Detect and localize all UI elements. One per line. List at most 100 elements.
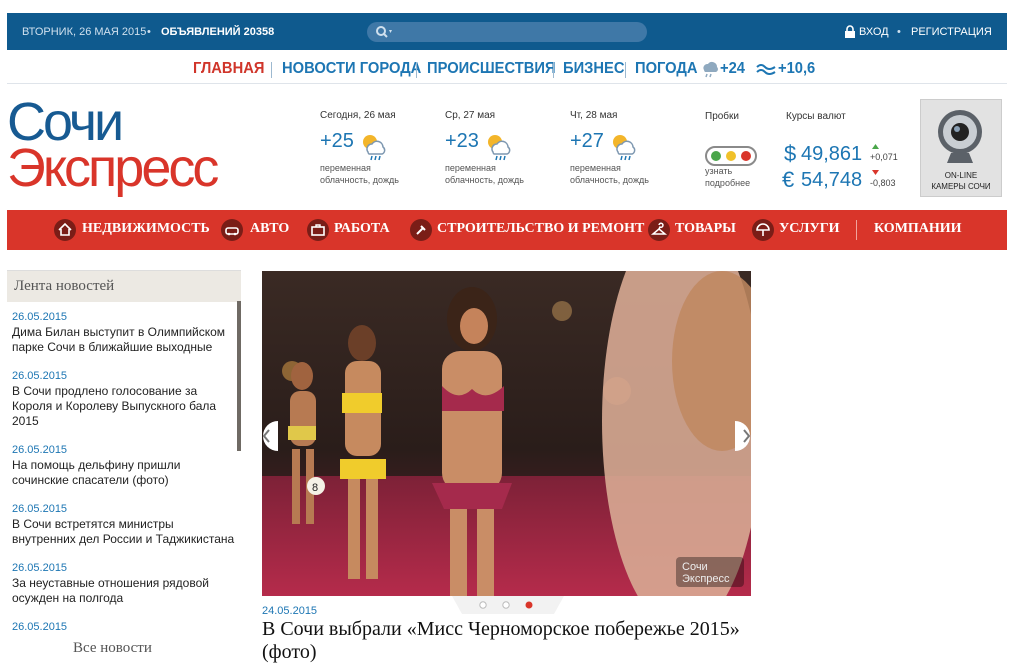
- news-item-link[interactable]: За неуставные отношения рядовой осужден …: [12, 576, 237, 606]
- service-icon: [752, 219, 774, 241]
- slider-dot-active: [525, 601, 533, 609]
- nav-divider: [553, 62, 554, 78]
- featured-headline[interactable]: В Сочи выбрали «Мисс Черноморское побере…: [262, 618, 762, 664]
- photo-illustration: 8 Сочи Экспресс: [262, 271, 751, 596]
- search-input[interactable]: [367, 22, 647, 42]
- arrow-down-icon: [872, 170, 879, 175]
- nav-city-news[interactable]: НОВОСТИ ГОРОДА: [282, 60, 421, 78]
- top-bar: ВТОРНИК, 26 МАЯ 2015 • ОБЪЯВЛЕНИЙ 20358 …: [7, 13, 1007, 50]
- arrow-up-icon: [872, 144, 879, 149]
- category-auto[interactable]: АВТО: [250, 221, 289, 237]
- sun-cloud-rain-icon: [363, 135, 386, 161]
- euro-icon: €: [782, 167, 795, 192]
- register-link[interactable]: РЕГИСТРАЦИЯ: [911, 26, 992, 38]
- hanger-icon: [648, 219, 670, 241]
- slider-dot: [502, 601, 510, 609]
- news-date: 26.05.2015: [12, 311, 68, 323]
- nav-business[interactable]: БИЗНЕС: [563, 60, 624, 78]
- watermark-text: Экспресс: [682, 573, 730, 585]
- slider-prev-arrow-icon[interactable]: [253, 421, 278, 451]
- cameras-label-line: ON-LINE: [944, 171, 978, 180]
- category-divider: [856, 220, 857, 240]
- separator-dot: •: [897, 26, 901, 38]
- slider-dot: [479, 601, 487, 609]
- water-temperature: +10,6: [778, 60, 816, 77]
- sun-cloud-rain-icon: [488, 135, 511, 161]
- webcam-icon: [938, 110, 982, 163]
- sun-cloud-rain-icon: [613, 135, 636, 161]
- nav-divider: [625, 62, 626, 78]
- briefcase-icon: [307, 219, 329, 241]
- weather-description: облачность, дождь: [320, 175, 399, 185]
- news-feed-scrollbar[interactable]: [237, 301, 241, 451]
- nav-home[interactable]: ГЛАВНАЯ: [193, 60, 264, 78]
- nav-weather[interactable]: ПОГОДА: [635, 60, 698, 78]
- house-icon: [54, 219, 76, 241]
- ads-count[interactable]: ОБЪЯВЛЕНИЙ 20358: [161, 26, 274, 38]
- weather-description: переменная: [320, 163, 371, 173]
- login-link[interactable]: ВХОД: [859, 26, 889, 38]
- news-item-link[interactable]: В Сочи встретятся министры внутренних де…: [12, 517, 237, 547]
- category-real-estate[interactable]: НЕДВИЖИМОСТЬ: [82, 221, 210, 237]
- traffic-more-link[interactable]: подробнее: [705, 177, 750, 189]
- car-icon: [221, 219, 243, 241]
- category-construction[interactable]: СТРОИТЕЛЬСТВО И РЕМОНТ: [437, 221, 644, 237]
- weather-date: Чт, 28 мая: [570, 110, 618, 121]
- online-cameras-button[interactable]: ON-LINE КАМЕРЫ СОЧИ: [920, 99, 1002, 197]
- slider-next-arrow-icon[interactable]: [735, 421, 760, 451]
- weather-day-1[interactable]: Сегодня, 26 мая +25 переменная облачност…: [320, 110, 440, 190]
- category-companies[interactable]: КОМПАНИИ: [874, 221, 962, 237]
- separator-dot: •: [147, 26, 151, 38]
- traffic-dot-red: [741, 151, 751, 161]
- news-date: 26.05.2015: [12, 370, 68, 382]
- nav-divider-line: [7, 83, 1007, 84]
- featured-photo[interactable]: 8 Сочи Экспресс: [262, 271, 751, 596]
- all-news-link[interactable]: Все новости: [73, 640, 152, 657]
- traffic-dot-yellow: [726, 151, 736, 161]
- search-icon[interactable]: [375, 25, 395, 39]
- news-item-link[interactable]: В Сочи продлено голосование за Короля и …: [12, 384, 237, 429]
- logo-line-2: Экспресс: [7, 138, 219, 198]
- slider-pagination: [452, 596, 564, 614]
- main-nav: ГЛАВНАЯ НОВОСТИ ГОРОДА ПРОИСШЕСТВИЯ БИЗН…: [0, 54, 1016, 84]
- lock-icon: [845, 25, 855, 38]
- eur-change: -0,803: [870, 178, 896, 188]
- category-goods[interactable]: ТОВАРЫ: [675, 221, 736, 237]
- news-feed-header: Лента новостей: [7, 270, 241, 302]
- nav-divider: [271, 62, 272, 78]
- cameras-label-line: КАМЕРЫ СОЧИ: [931, 182, 991, 191]
- hammer-icon: [410, 219, 432, 241]
- traffic-light-icon[interactable]: [705, 146, 757, 166]
- currency-label: Курсы валют: [786, 111, 846, 122]
- nav-incidents[interactable]: ПРОИСШЕСТВИЯ: [427, 60, 556, 78]
- air-temperature: +24: [720, 60, 745, 77]
- traffic-more-link[interactable]: узнать: [705, 165, 732, 177]
- waves-icon: [756, 64, 776, 75]
- rain-cloud-icon: [703, 62, 718, 78]
- category-jobs[interactable]: РАБОТА: [334, 221, 390, 237]
- usd-change: +0,071: [870, 152, 898, 162]
- category-bar: НЕДВИЖИМОСТЬ АВТО РАБОТА СТРОИТЕЛЬСТВО И…: [7, 210, 1007, 250]
- weather-description: переменная: [445, 163, 496, 173]
- cameras-label: ON-LINE КАМЕРЫ СОЧИ: [921, 170, 1001, 192]
- news-date: 26.05.2015: [12, 444, 68, 456]
- weather-day-3[interactable]: Чт, 28 мая +27 переменная облачность, до…: [570, 110, 690, 190]
- weather-date: Сегодня, 26 мая: [320, 110, 396, 121]
- category-services[interactable]: УСЛУГИ: [779, 221, 840, 237]
- weather-day-2[interactable]: Ср, 27 мая +23 переменная облачность, до…: [445, 110, 565, 190]
- weather-date: Ср, 27 мая: [445, 110, 496, 121]
- site-logo[interactable]: Сочи Экспресс: [7, 92, 297, 202]
- news-date: 26.05.2015: [12, 621, 68, 633]
- news-item-link[interactable]: Дима Билан выступит в Олимпийском парке …: [12, 325, 237, 355]
- weather-description: облачность, дождь: [570, 175, 649, 185]
- news-item-link[interactable]: На помощь дельфину пришли сочинские спас…: [12, 458, 237, 488]
- featured-date: 24.05.2015: [262, 605, 318, 617]
- news-feed-title: Лента новостей: [14, 278, 115, 294]
- usd-rate: 49,861: [801, 143, 863, 165]
- dollar-icon: $: [784, 141, 797, 166]
- weather-temperature: +27: [570, 130, 604, 152]
- traffic-dot-green: [711, 151, 721, 161]
- watermark-text: Сочи: [682, 561, 708, 573]
- weather-description: переменная: [570, 163, 621, 173]
- weather-description: облачность, дождь: [445, 175, 524, 185]
